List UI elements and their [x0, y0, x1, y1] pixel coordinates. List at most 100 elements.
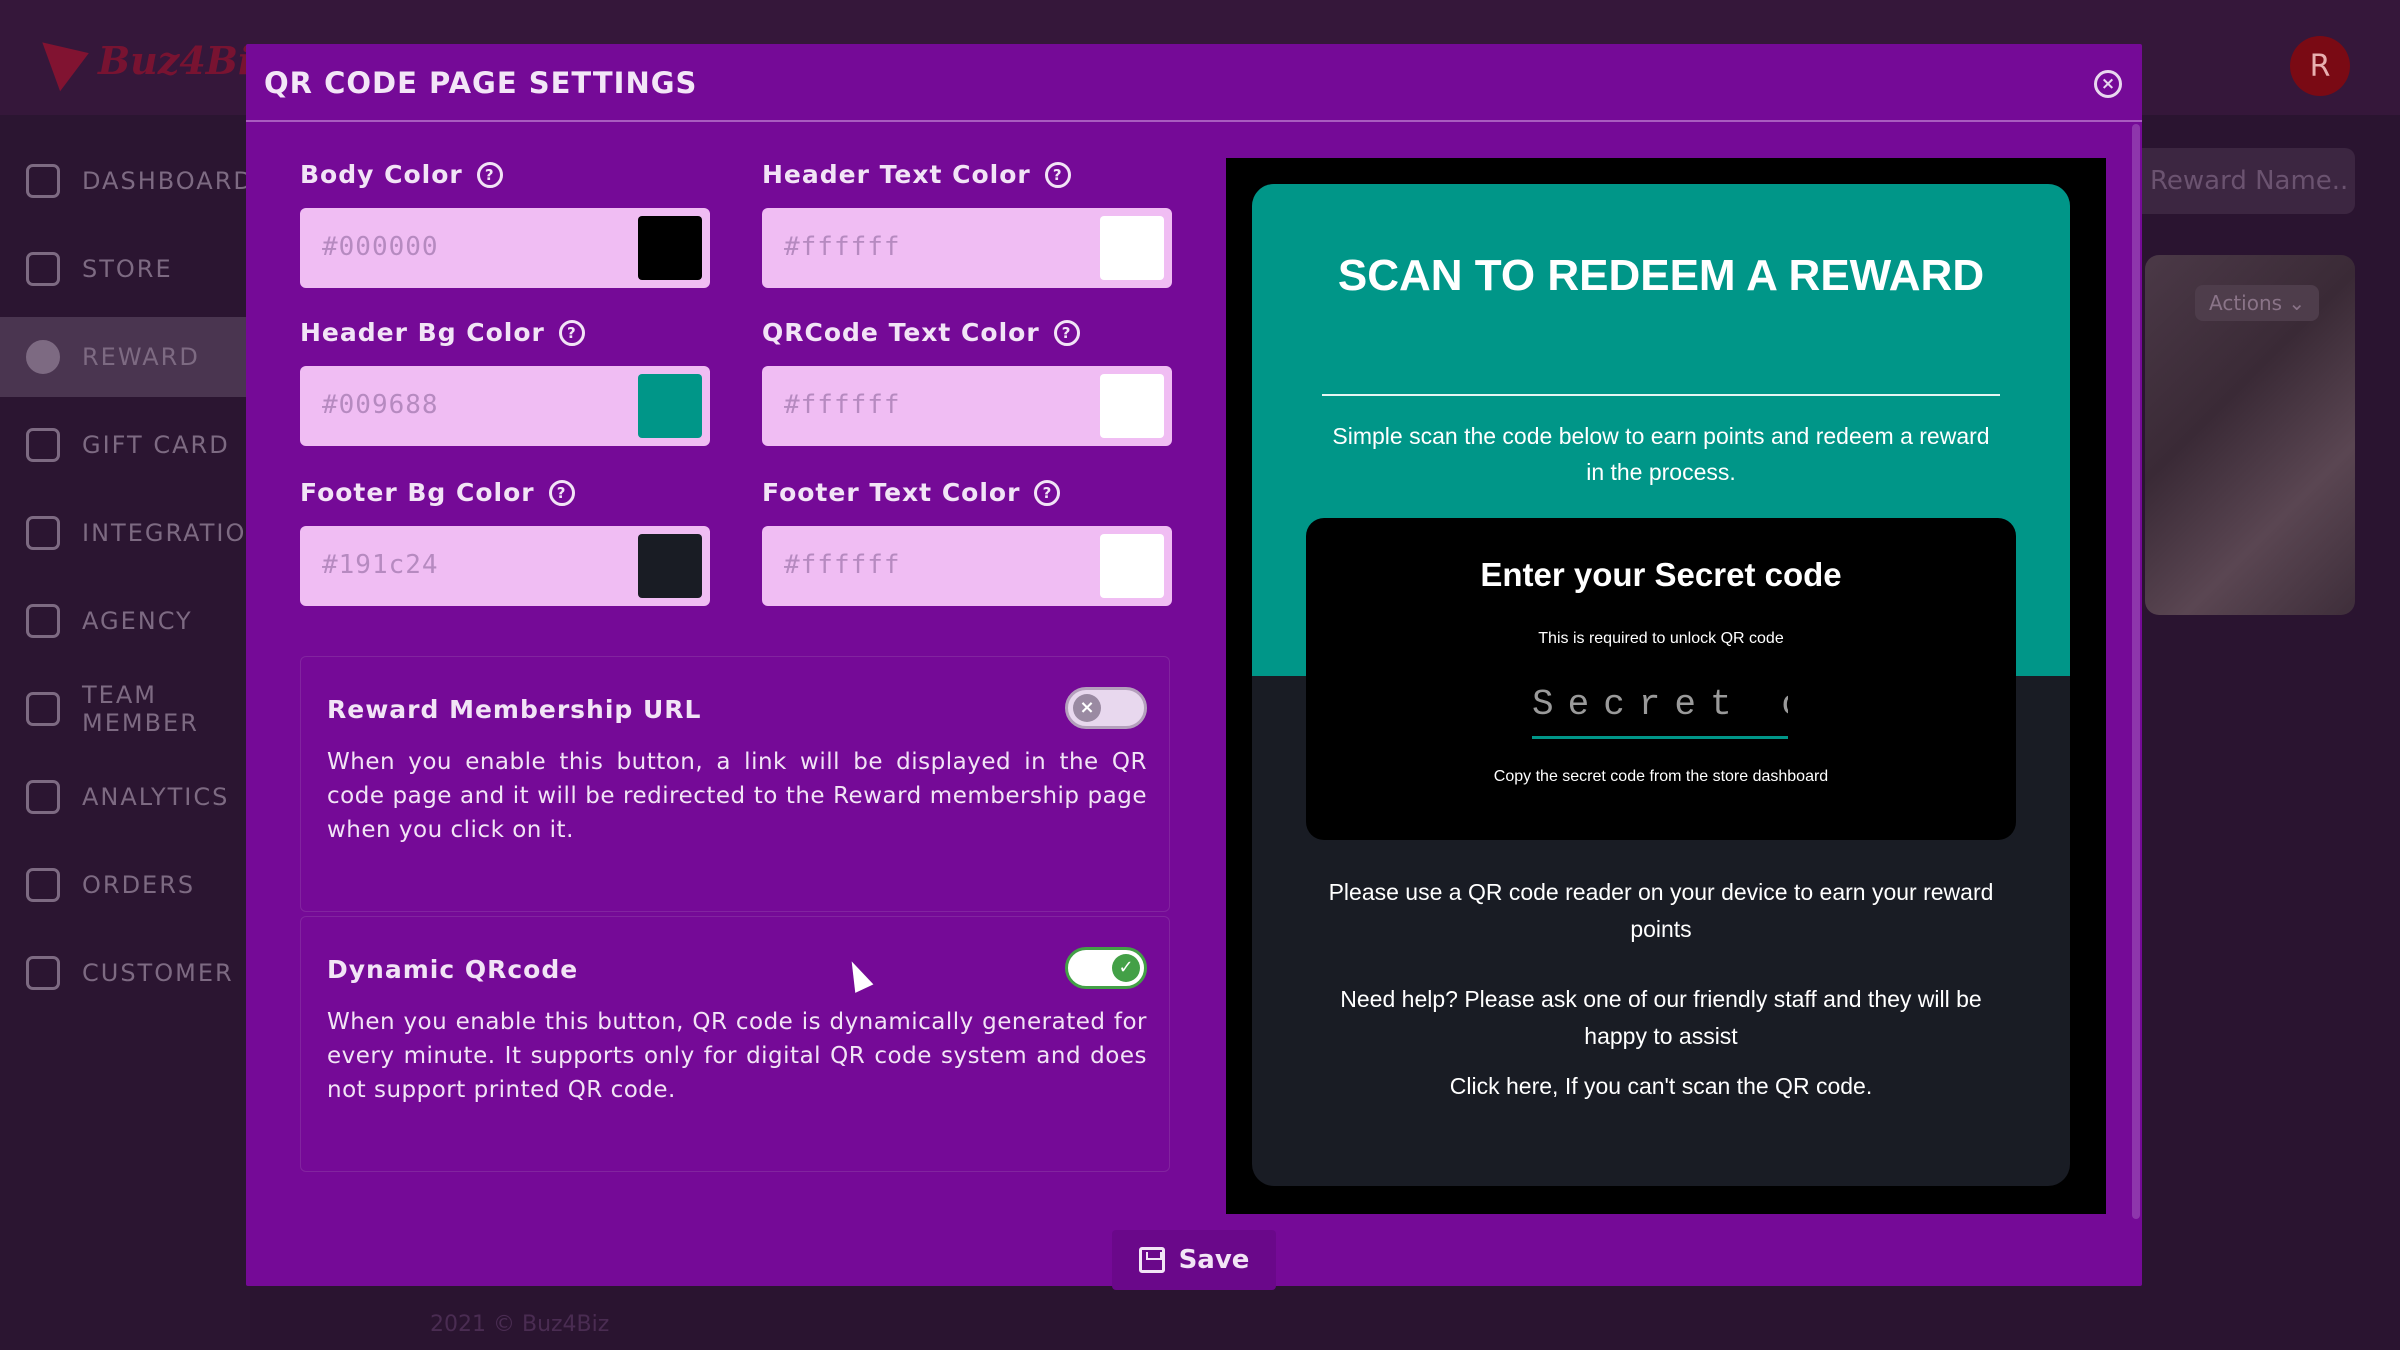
sidebar-item-label: REWARD: [82, 343, 200, 371]
sidebar: DASHBOARD STORE REWARD GIFT CARD INTEGRA…: [0, 115, 264, 1350]
header-bg-color-swatch[interactable]: [638, 374, 702, 438]
home-icon: [26, 164, 60, 198]
team-icon: [26, 692, 60, 726]
footer-text-color-input[interactable]: #ffffff: [762, 526, 1172, 606]
reader-instructions: Please use a QR code reader on your devi…: [1328, 879, 1994, 942]
qr-page-preview: SCAN TO REDEEM A REWARD Simple scan the …: [1226, 158, 2106, 1214]
help-icon[interactable]: ?: [1044, 161, 1071, 188]
secret-code-copy-hint: Copy the secret code from the store dash…: [1493, 768, 1829, 785]
actions-label: Actions: [2209, 291, 2283, 315]
qr-settings-modal: QR CODE PAGE SETTINGS × Body Color ? #00…: [246, 44, 2142, 1290]
qrcode-text-color-label: QRCode Text Color ?: [762, 318, 1080, 347]
toggle-off-icon: ×: [1073, 694, 1101, 722]
reward-membership-title: Reward Membership URL: [327, 695, 702, 724]
reward-search-input[interactable]: Reward Name..: [2130, 148, 2355, 214]
sidebar-item-team-member[interactable]: TEAM MEMBER: [0, 669, 250, 749]
sidebar-item-label: STORE: [82, 255, 173, 283]
secret-code-title: Enter your Secret code: [1480, 556, 1842, 593]
preview-divider: [1322, 394, 2000, 396]
check-icon: ✓: [1112, 954, 1140, 982]
dynamic-qrcode-card: Dynamic QRcode ✓ When you enable this bu…: [300, 916, 1170, 1172]
footer-bg-color-label: Footer Bg Color ?: [300, 478, 575, 507]
secret-code-card: Enter your Secret code This is required …: [1306, 518, 2016, 840]
chart-icon: [26, 780, 60, 814]
header-text-color-label: Header Text Color ?: [762, 160, 1071, 189]
header-text-color-swatch[interactable]: [1100, 216, 1164, 280]
preview-subtitle: Simple scan the code below to earn point…: [1332, 423, 1990, 485]
footer-text-color-swatch[interactable]: [1100, 534, 1164, 598]
help-icon[interactable]: ?: [548, 479, 575, 506]
sidebar-item-label: DASHBOARD: [82, 167, 254, 195]
user-avatar[interactable]: R: [2290, 36, 2350, 96]
sidebar-item-label: AGENCY: [82, 607, 193, 635]
sidebar-item-label: TEAM MEMBER: [82, 681, 199, 737]
body-color-input[interactable]: #000000: [300, 208, 710, 288]
footer-text-color-label: Footer Text Color ?: [762, 478, 1061, 507]
help-icon[interactable]: ?: [558, 319, 585, 346]
sidebar-item-agency[interactable]: AGENCY: [0, 581, 250, 661]
header-bg-color-input[interactable]: #009688: [300, 366, 710, 446]
qrcode-text-color-swatch[interactable]: [1100, 374, 1164, 438]
header-bg-color-label-text: Header Bg Color: [300, 318, 545, 347]
gear-icon: [26, 516, 60, 550]
modal-title: QR CODE PAGE SETTINGS: [264, 66, 698, 100]
qrcode-text-color-value: #ffffff: [784, 390, 901, 420]
cant-scan-link[interactable]: Click here, If you can't scan the QR cod…: [1312, 1068, 2010, 1105]
sidebar-item-integration[interactable]: INTEGRATION: [0, 493, 264, 573]
sidebar-item-store[interactable]: STORE: [0, 229, 250, 309]
sidebar-item-dashboard[interactable]: DASHBOARD: [0, 141, 252, 221]
secret-code-hint: This is required to unlock QR code: [1538, 630, 1784, 647]
body-color-label: Body Color ?: [300, 160, 503, 189]
close-icon[interactable]: ×: [2094, 70, 2122, 98]
footer-bg-color-swatch[interactable]: [638, 534, 702, 598]
sidebar-item-label: GIFT CARD: [82, 431, 230, 459]
cube-icon: [26, 604, 60, 638]
sidebar-item-orders[interactable]: ORDERS: [0, 845, 250, 925]
header-bg-color-label: Header Bg Color ?: [300, 318, 585, 347]
sidebar-item-label: CUSTOMER: [82, 959, 234, 987]
secret-code-input[interactable]: Secret code: [1532, 684, 1788, 739]
help-icon[interactable]: ?: [1053, 319, 1080, 346]
logo-mark-icon: [42, 28, 98, 92]
help-text: Need help? Please ask one of our friendl…: [1340, 986, 1982, 1049]
save-icon: [1138, 1247, 1165, 1273]
dynamic-qrcode-toggle[interactable]: ✓: [1065, 947, 1147, 989]
header-text-color-label-text: Header Text Color: [762, 160, 1031, 189]
reward-icon: [26, 340, 60, 374]
help-icon[interactable]: ?: [1034, 479, 1061, 506]
app-logo[interactable]: Buz4Biz: [42, 28, 274, 92]
footer-text-color-value: #ffffff: [784, 550, 901, 580]
reward-membership-description: When you enable this button, a link will…: [327, 749, 1147, 843]
body-color-swatch[interactable]: [638, 216, 702, 280]
cart-icon: [26, 868, 60, 902]
footer-text-color-label-text: Footer Text Color: [762, 478, 1021, 507]
users-icon: [26, 956, 60, 990]
footer-bg-color-value: #191c24: [322, 550, 439, 580]
save-button[interactable]: Save: [1112, 1230, 1276, 1290]
dynamic-qrcode-description: When you enable this button, QR code is …: [327, 1009, 1147, 1103]
modal-scrollbar[interactable]: [2132, 124, 2140, 1219]
header-text-color-input[interactable]: #ffffff: [762, 208, 1172, 288]
qrcode-text-color-input[interactable]: #ffffff: [762, 366, 1172, 446]
sidebar-item-customer[interactable]: CUSTOMER: [0, 933, 250, 1013]
reward-membership-card: Reward Membership URL × When you enable …: [300, 656, 1170, 912]
gift-card-icon: [26, 428, 60, 462]
body-color-value: #000000: [322, 232, 439, 262]
copyright-text: 2021 © Buz4Biz: [430, 1312, 610, 1337]
sidebar-item-analytics[interactable]: ANALYTICS: [0, 757, 250, 837]
sidebar-item-label: ANALYTICS: [82, 783, 230, 811]
footer-bg-color-input[interactable]: #191c24: [300, 526, 710, 606]
sidebar-item-reward[interactable]: REWARD: [0, 317, 250, 397]
sidebar-item-gift-card[interactable]: GIFT CARD: [0, 405, 250, 485]
footer-bg-color-label-text: Footer Bg Color: [300, 478, 535, 507]
sidebar-item-label: ORDERS: [82, 871, 196, 899]
save-label: Save: [1178, 1245, 1250, 1275]
dynamic-qrcode-title: Dynamic QRcode: [327, 955, 579, 984]
reward-membership-toggle[interactable]: ×: [1065, 687, 1147, 729]
help-icon[interactable]: ?: [476, 161, 503, 188]
qrcode-text-color-label-text: QRCode Text Color: [762, 318, 1040, 347]
actions-dropdown[interactable]: Actions ⌄: [2195, 285, 2320, 321]
body-color-label-text: Body Color: [300, 160, 463, 189]
header-text-color-value: #ffffff: [784, 232, 901, 262]
header-bg-color-value: #009688: [322, 390, 439, 420]
